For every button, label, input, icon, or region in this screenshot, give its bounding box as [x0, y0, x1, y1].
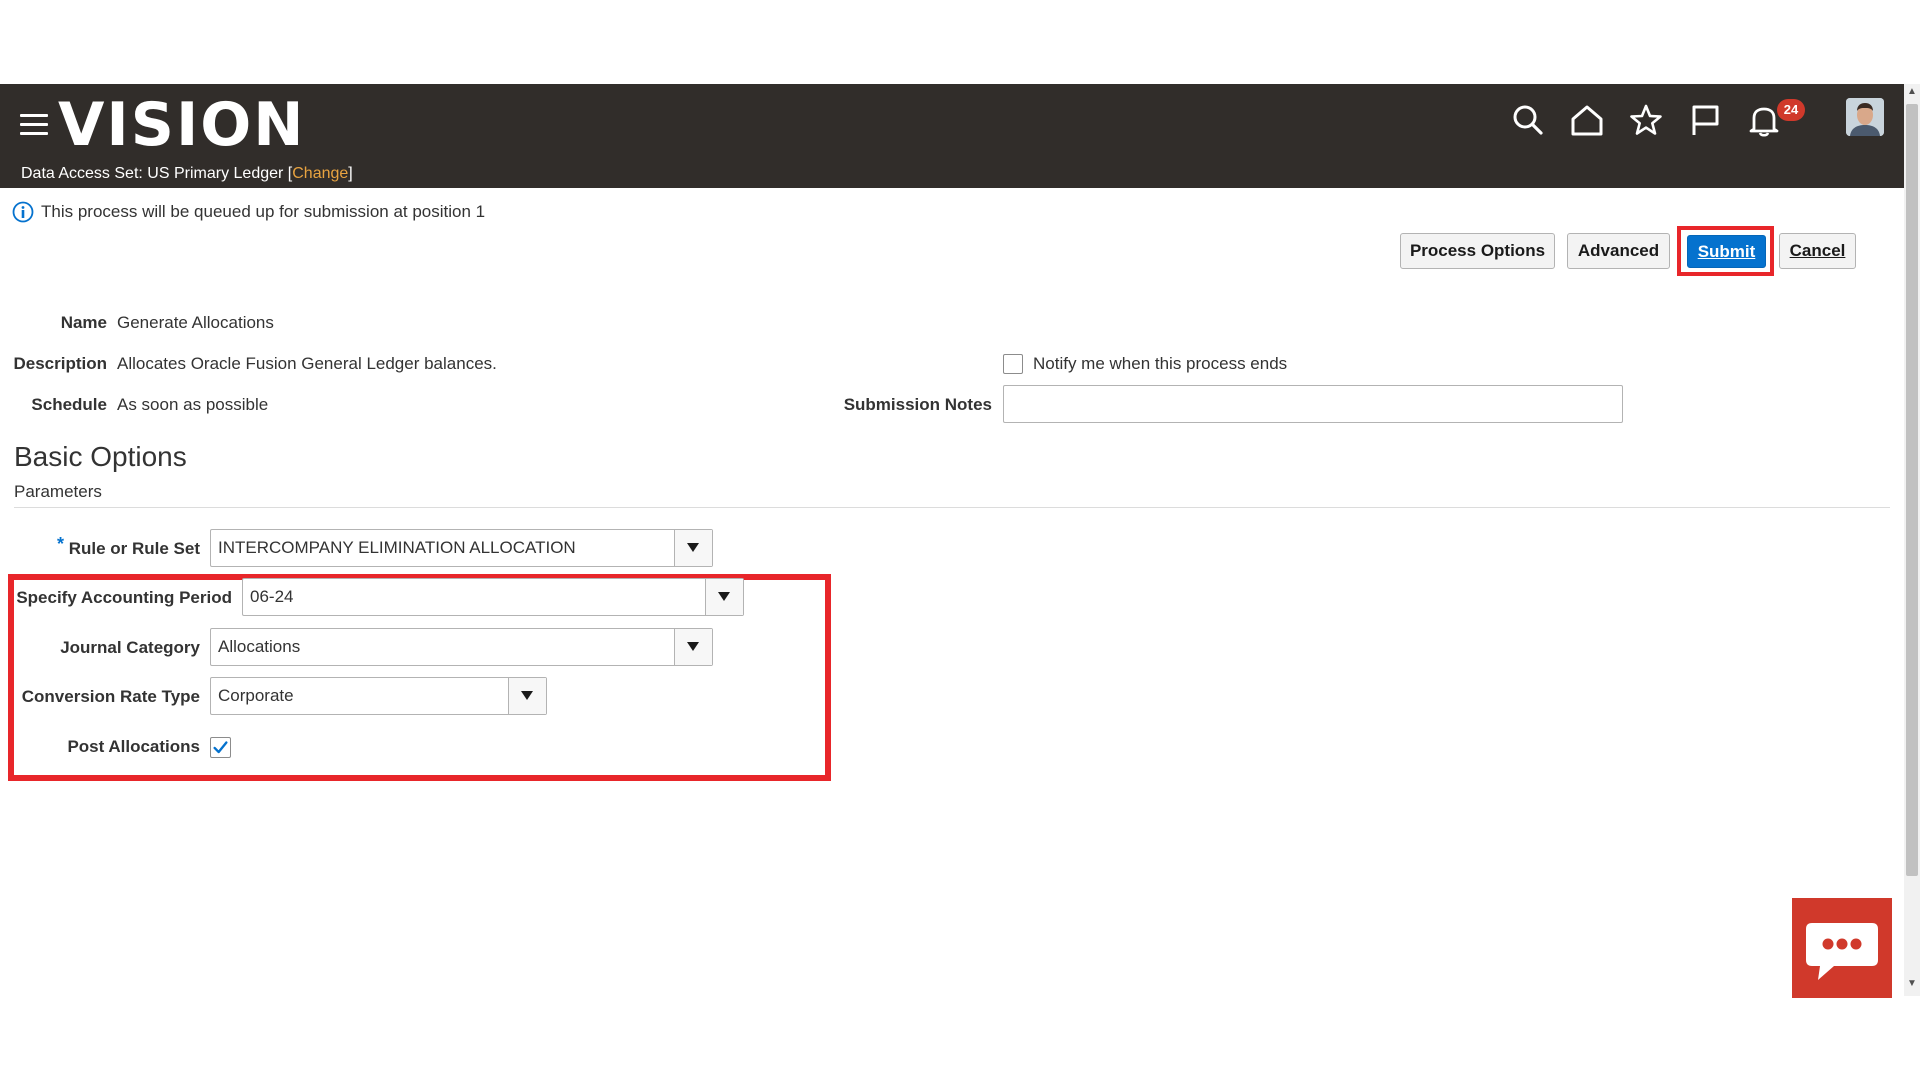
post-allocations-label: Post Allocations [67, 737, 200, 756]
scrollbar-thumb[interactable] [1906, 104, 1918, 876]
conversion-rate-type-label: Conversion Rate Type [21, 687, 200, 706]
journal-category-value: Allocations [218, 637, 301, 656]
submission-notes-label: Submission Notes [843, 395, 992, 414]
name-value: Generate Allocations [117, 313, 274, 332]
journal-category-select[interactable]: Allocations [210, 628, 713, 666]
dropdown-arrow-icon[interactable] [674, 530, 712, 566]
flag-icon[interactable] [1687, 102, 1723, 138]
advanced-button[interactable]: Advanced [1567, 233, 1670, 269]
journal-category-label: Journal Category [60, 638, 200, 657]
description-label: Description [13, 354, 107, 373]
vertical-scrollbar[interactable]: ▲ ▼ [1904, 84, 1920, 996]
chat-assistant-button[interactable] [1792, 898, 1892, 998]
process-options-button[interactable]: Process Options [1400, 233, 1555, 269]
description-value: Allocates Oracle Fusion General Ledger b… [117, 354, 497, 373]
notify-checkbox[interactable] [1003, 354, 1023, 374]
parameters-subheading: Parameters [14, 482, 102, 501]
data-access-set-label: Data Access Set: [21, 165, 143, 182]
search-icon[interactable] [1510, 102, 1546, 138]
change-link-bracket-close: ] [348, 165, 353, 182]
conversion-rate-type-value: Corporate [218, 686, 294, 705]
basic-options-heading: Basic Options [14, 441, 187, 472]
change-link-bracket-open: [ [283, 165, 293, 182]
checkmark-icon [213, 741, 228, 754]
dropdown-arrow-icon[interactable] [705, 579, 743, 615]
submit-button[interactable]: Submit [1687, 235, 1766, 268]
star-icon[interactable] [1628, 102, 1664, 138]
scroll-down-arrow-icon[interactable]: ▼ [1907, 978, 1917, 989]
accounting-period-value: 06-24 [250, 587, 294, 606]
scroll-up-arrow-icon[interactable]: ▲ [1907, 86, 1917, 97]
dropdown-arrow-icon[interactable] [674, 629, 712, 665]
notification-count-badge: 24 [1777, 99, 1805, 121]
schedule-label: Schedule [31, 395, 107, 414]
notify-label: Notify me when this process ends [1033, 354, 1288, 373]
change-link[interactable]: Change [292, 165, 348, 182]
post-allocations-checkbox[interactable] [210, 737, 231, 758]
rule-or-rule-set-label: Rule or Rule Set [68, 539, 200, 558]
accounting-period-label: Specify Accounting Period [16, 588, 232, 607]
name-label: Name [60, 313, 107, 332]
vision-logo[interactable]: VISION [58, 90, 306, 160]
rule-or-rule-set-select[interactable]: INTERCOMPANY ELIMINATION ALLOCATION [210, 529, 713, 567]
parameters-divider [14, 507, 1890, 508]
schedule-value: As soon as possible [117, 395, 269, 414]
info-icon [12, 201, 34, 223]
conversion-rate-type-select[interactable]: Corporate [210, 677, 547, 715]
rule-or-rule-set-value: INTERCOMPANY ELIMINATION ALLOCATION [218, 538, 576, 557]
home-icon[interactable] [1569, 102, 1605, 138]
user-avatar[interactable] [1846, 98, 1884, 136]
cancel-button[interactable]: Cancel [1779, 233, 1856, 269]
dropdown-arrow-icon[interactable] [508, 678, 546, 714]
accounting-period-select[interactable]: 06-24 [242, 578, 744, 616]
hamburger-menu-icon[interactable] [20, 114, 48, 136]
data-access-set: Data Access Set: US Primary Ledger [Chan… [21, 165, 353, 183]
data-access-set-value: US Primary Ledger [147, 165, 284, 182]
global-header: VISION Data Access Set: US Primary Ledge… [0, 84, 1904, 188]
chat-bubble-icon [1806, 923, 1878, 980]
queue-info-message: This process will be queued up for submi… [41, 202, 486, 221]
submission-notes-input[interactable] [1003, 385, 1623, 423]
